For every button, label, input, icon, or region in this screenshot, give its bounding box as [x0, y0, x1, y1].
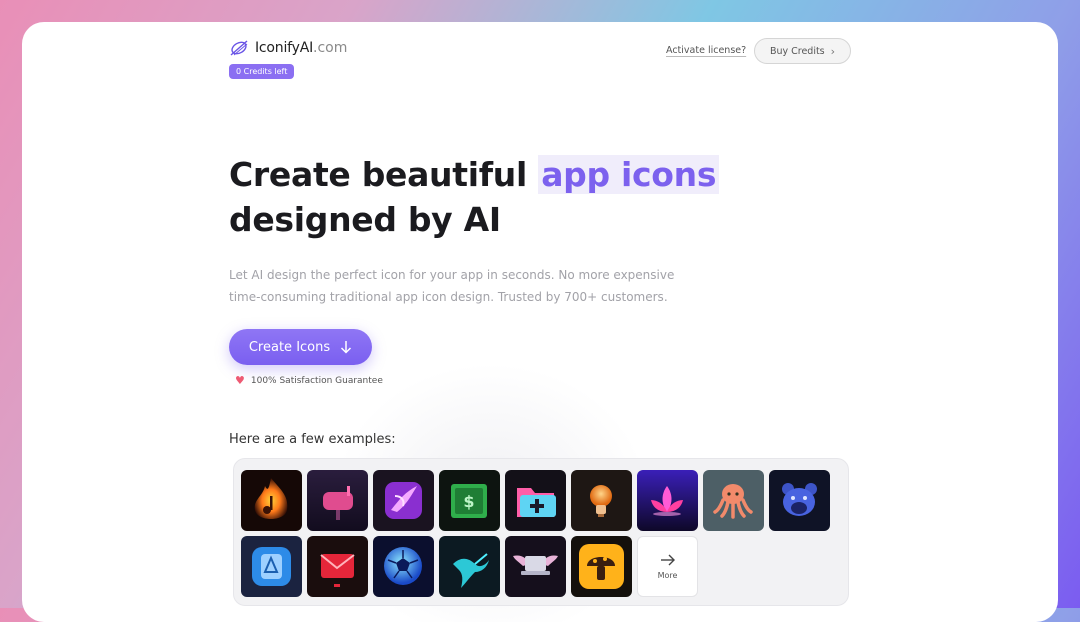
brand-icon: [230, 40, 248, 56]
fire-music-icon[interactable]: [241, 470, 302, 531]
hero-title-part2: designed by AI: [229, 200, 501, 239]
chevron-right-icon: ›: [830, 44, 836, 58]
buy-credits-button[interactable]: Buy Credits ›: [754, 38, 851, 64]
examples-label: Here are a few examples:: [229, 432, 396, 447]
hero-subtitle: Let AI design the perfect icon for your …: [229, 268, 675, 304]
lightbulb-icon[interactable]: [571, 470, 632, 531]
more-label: More: [657, 571, 678, 580]
create-icons-button[interactable]: Create Icons: [229, 329, 372, 365]
examples-gallery: $ More: [233, 458, 849, 606]
octopus-icon[interactable]: [703, 470, 764, 531]
folder-plus-icon[interactable]: [505, 470, 566, 531]
buy-credits-label: Buy Credits: [769, 45, 825, 57]
blue-app-icon[interactable]: [241, 536, 302, 597]
heart-icon: ♥: [235, 374, 245, 387]
arrow-right-icon: [660, 554, 675, 566]
lotus-icon[interactable]: [637, 470, 698, 531]
hero-title-highlight: app icons: [538, 155, 720, 194]
main-card: IconifyAI .com 0 Credits left Activate li…: [22, 22, 1058, 622]
purple-bird-icon[interactable]: [373, 470, 434, 531]
brand-domain: .com: [313, 40, 348, 56]
winged-laptop-icon[interactable]: [505, 536, 566, 597]
money-book-icon[interactable]: $: [439, 470, 500, 531]
mailbox-icon[interactable]: [307, 470, 368, 531]
create-icons-label: Create Icons: [248, 339, 331, 355]
more-examples-button[interactable]: More: [637, 536, 698, 597]
hero-title: Create beautiful app icons designed by A…: [229, 152, 720, 242]
content-column: IconifyAI .com 0 Credits left Activate li…: [229, 22, 851, 622]
hummingbird-icon[interactable]: [439, 536, 500, 597]
red-envelope-icon[interactable]: [307, 536, 368, 597]
hero-title-part1: Create beautiful: [229, 155, 539, 194]
arrow-down-icon: [341, 341, 352, 354]
soccer-ball-icon[interactable]: [373, 536, 434, 597]
activate-license-link[interactable]: Activate license?: [666, 45, 746, 56]
brand-name: IconifyAI: [255, 40, 314, 56]
credits-badge: 0 Credits left: [229, 64, 295, 79]
satisfaction-guarantee: ♥ 100% Satisfaction Guarantee: [235, 374, 383, 387]
mushroom-icon[interactable]: [571, 536, 632, 597]
guarantee-text: 100% Satisfaction Guarantee: [250, 375, 383, 386]
bear-icon[interactable]: [769, 470, 830, 531]
svg-text:$: $: [463, 492, 474, 511]
brand-logo[interactable]: IconifyAI .com: [229, 38, 347, 58]
